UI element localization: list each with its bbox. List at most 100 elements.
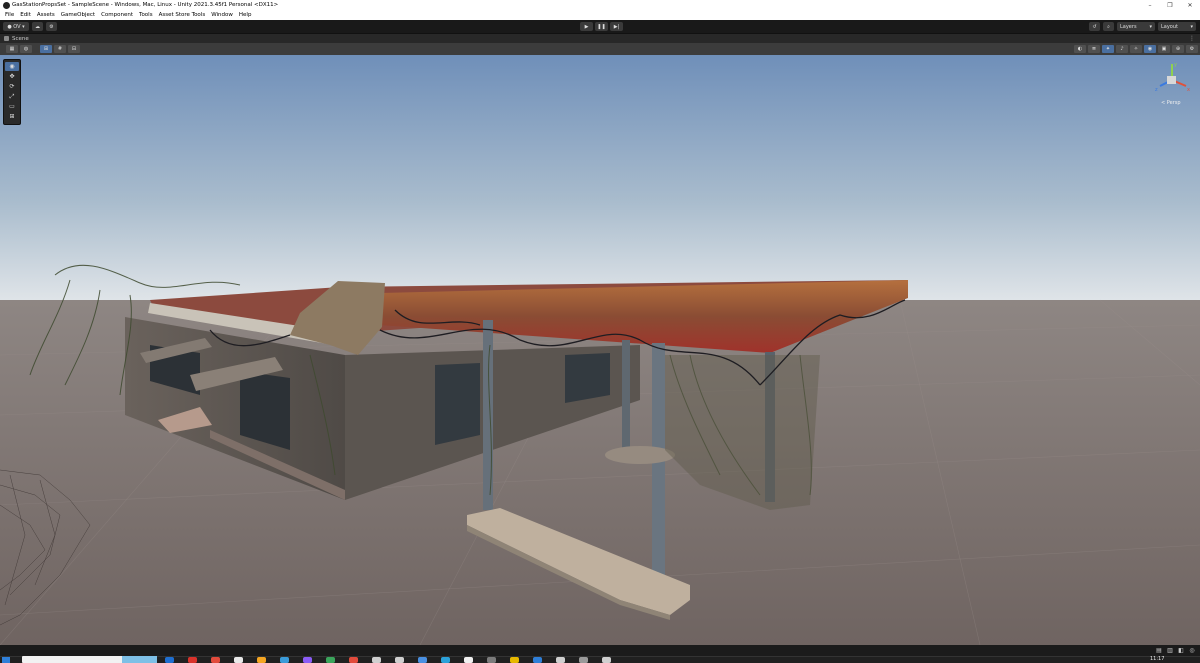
transform-tool-button[interactable]: ⊞ bbox=[5, 112, 19, 121]
scene-render bbox=[0, 55, 1200, 645]
app-icon[interactable] bbox=[188, 657, 197, 663]
app-icon[interactable] bbox=[165, 657, 174, 663]
unity-logo-icon bbox=[3, 1, 10, 9]
grid-snap-dropdown[interactable]: # bbox=[54, 45, 66, 53]
app-icon[interactable] bbox=[579, 657, 588, 663]
history-icon: ↺ bbox=[1092, 23, 1097, 30]
app-icon[interactable] bbox=[418, 657, 427, 663]
tool-palette: ◉ ✥ ⟳ ⤢ ▭ ⊞ bbox=[3, 59, 21, 125]
gizmo-cube[interactable] bbox=[1167, 76, 1176, 84]
snap-icon: ⊟ bbox=[71, 46, 77, 52]
app-icon[interactable] bbox=[303, 657, 312, 663]
gear-icon: ⚙ bbox=[49, 23, 54, 30]
gizmo-z-label: z bbox=[1155, 87, 1158, 93]
cloud-button[interactable]: ☁ bbox=[32, 22, 43, 31]
close-button[interactable]: ✕ bbox=[1180, 0, 1200, 10]
search-button[interactable]: ⌕ bbox=[1103, 22, 1114, 31]
auto-generate-lighting-icon[interactable]: ◧ bbox=[1177, 647, 1185, 654]
account-button[interactable]: ● OV ▾ bbox=[3, 22, 29, 31]
sky bbox=[0, 55, 1200, 300]
maximize-button[interactable]: ❐ bbox=[1160, 0, 1180, 10]
taskbar-apps bbox=[165, 657, 625, 663]
menu-help[interactable]: Help bbox=[236, 12, 255, 18]
lighting-toggle[interactable]: ✦ bbox=[1102, 45, 1114, 53]
draw-mode-dropdown[interactable]: ▦ bbox=[6, 45, 18, 53]
scene-icon bbox=[4, 36, 9, 41]
scene-settings-dropdown[interactable]: ⚙ bbox=[1186, 45, 1198, 53]
tab-scene[interactable]: Scene bbox=[0, 36, 29, 42]
layout-dropdown[interactable]: Layout ▾ bbox=[1158, 22, 1196, 31]
menu-asset-store-tools[interactable]: Asset Store Tools bbox=[156, 12, 209, 18]
app-icon[interactable] bbox=[441, 657, 450, 663]
app-icon[interactable] bbox=[326, 657, 335, 663]
rotate-tool-button[interactable]: ⟳ bbox=[5, 82, 19, 91]
app-icon[interactable] bbox=[211, 657, 220, 663]
render-mode-dropdown[interactable]: ◍ bbox=[20, 45, 32, 53]
app-icon[interactable] bbox=[556, 657, 565, 663]
increment-snap-button[interactable]: ⊟ bbox=[68, 45, 80, 53]
gizmo-y-label: y bbox=[1174, 62, 1177, 68]
taskbar-clock[interactable]: 11:17 bbox=[1150, 656, 1164, 662]
undo-history-button[interactable]: ↺ bbox=[1089, 22, 1100, 31]
menu-file[interactable]: File bbox=[2, 12, 17, 18]
taskbar-widget[interactable] bbox=[122, 656, 157, 663]
app-icon[interactable] bbox=[257, 657, 266, 663]
app-icon[interactable] bbox=[372, 657, 381, 663]
layout-label: Layout bbox=[1161, 23, 1178, 30]
collab-button[interactable]: ⚙ bbox=[46, 22, 57, 31]
menu-component[interactable]: Component bbox=[98, 12, 136, 18]
layers-dropdown[interactable]: Layers ▾ bbox=[1117, 22, 1155, 31]
menu-tools[interactable]: Tools bbox=[136, 12, 156, 18]
menu-bar: File Edit Assets GameObject Component To… bbox=[0, 10, 1200, 20]
hidden-objects-toggle[interactable]: ◉ bbox=[1144, 45, 1156, 53]
scale-tool-button[interactable]: ⤢ bbox=[5, 92, 19, 101]
app-icon[interactable] bbox=[533, 657, 542, 663]
lightbulb-icon: ✦ bbox=[1105, 46, 1111, 52]
gizmos-dropdown[interactable]: ⊕ bbox=[1172, 45, 1184, 53]
tab-menu-icon[interactable]: ⋮ bbox=[1189, 35, 1195, 42]
window-title: GasStationPropsSet - SampleScene - Windo… bbox=[12, 2, 279, 8]
camera-icon: ▣ bbox=[1161, 46, 1167, 52]
menu-window[interactable]: Window bbox=[208, 12, 236, 18]
play-button[interactable]: ▶ bbox=[580, 22, 593, 31]
layers-icon: ≣ bbox=[1091, 46, 1097, 52]
view-tool-button[interactable]: ◉ bbox=[5, 62, 19, 71]
pivot-toggle[interactable]: ⊞ bbox=[40, 45, 52, 53]
app-icon[interactable] bbox=[602, 657, 611, 663]
progress-icon[interactable]: ▥ bbox=[1166, 647, 1174, 654]
pause-button[interactable]: ❚❚ bbox=[595, 22, 608, 31]
app-icon[interactable] bbox=[464, 657, 473, 663]
app-icon[interactable] bbox=[395, 657, 404, 663]
app-icon[interactable] bbox=[510, 657, 519, 663]
app-icon[interactable] bbox=[280, 657, 289, 663]
menu-edit[interactable]: Edit bbox=[17, 12, 34, 18]
move-tool-button[interactable]: ✥ bbox=[5, 72, 19, 81]
menu-gameobject[interactable]: GameObject bbox=[58, 12, 98, 18]
scene-viewport[interactable] bbox=[0, 55, 1200, 645]
windows-start-icon[interactable] bbox=[2, 657, 10, 663]
app-icon[interactable] bbox=[349, 657, 358, 663]
audio-toggle[interactable]: ♪ bbox=[1116, 45, 1128, 53]
menu-assets[interactable]: Assets bbox=[34, 12, 58, 18]
effects-dropdown[interactable]: ✧ bbox=[1130, 45, 1142, 53]
rect-tool-button[interactable]: ▭ bbox=[5, 102, 19, 111]
search-icon: ⌕ bbox=[1107, 23, 1110, 30]
perspective-label[interactable]: < Persp bbox=[1161, 100, 1181, 106]
step-button[interactable]: ▶| bbox=[610, 22, 623, 31]
app-icon[interactable] bbox=[487, 657, 496, 663]
camera-dropdown[interactable]: ▣ bbox=[1158, 45, 1170, 53]
orientation-toggle[interactable]: ◐ bbox=[1074, 45, 1086, 53]
debug-mode-icon[interactable]: ◎ bbox=[1188, 647, 1196, 654]
canopy-pillar bbox=[652, 343, 665, 591]
app-icon[interactable] bbox=[234, 657, 243, 663]
2d-toggle[interactable]: ≣ bbox=[1088, 45, 1100, 53]
eye-icon: ◉ bbox=[1147, 46, 1153, 52]
globe-icon: ◍ bbox=[23, 46, 29, 52]
status-bar bbox=[0, 645, 1200, 656]
minimize-button[interactable]: – bbox=[1140, 0, 1160, 10]
grid-icon: # bbox=[57, 46, 63, 52]
shaded-icon: ▦ bbox=[9, 46, 15, 52]
console-icon[interactable]: ▤ bbox=[1155, 647, 1163, 654]
gizmo-icon: ⊕ bbox=[1175, 46, 1181, 52]
canopy-pillar bbox=[622, 340, 630, 450]
